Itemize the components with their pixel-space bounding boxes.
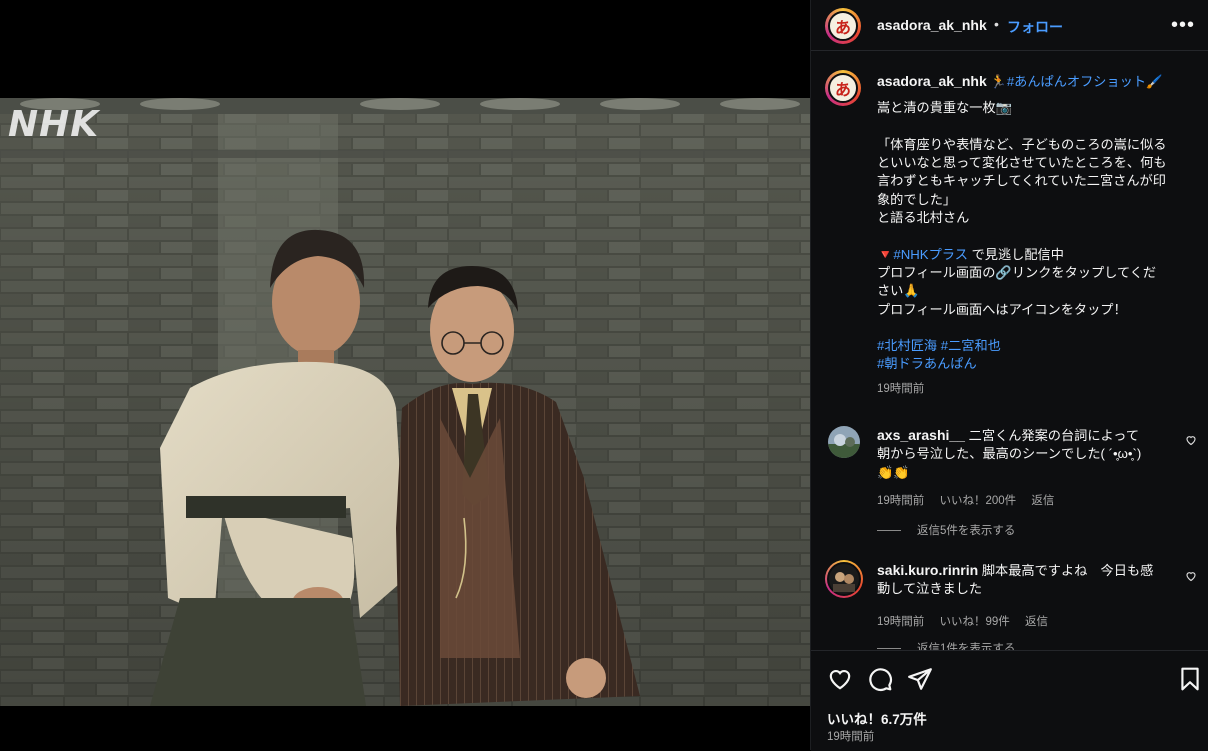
comment-item: saki.kuro.rinrin 脚本最高ですよね 今日も感 動して泣きました … bbox=[877, 561, 1187, 631]
hashtag-asadora-anpan[interactable]: #朝ドラあんぱん bbox=[877, 356, 977, 371]
hashtag-kitamura[interactable]: #北村匠海 bbox=[877, 338, 937, 353]
caption-username[interactable]: asadora_ak_nhk bbox=[877, 73, 987, 89]
comment-heart-icon[interactable] bbox=[1185, 434, 1197, 446]
post-header: あ asadora_ak_nhk • フォロー ••• bbox=[811, 0, 1208, 51]
nhk-watermark-logo: NHK bbox=[8, 104, 100, 145]
account-avatar-glyph: あ bbox=[828, 11, 858, 41]
header-separator: • bbox=[994, 16, 999, 32]
runner-emoji: 🏃 bbox=[990, 74, 1007, 89]
caption-line-7: で見逃し配信中 bbox=[967, 246, 1064, 262]
bookmark-icon[interactable] bbox=[1177, 666, 1203, 692]
caption-line-9: さい🙏 bbox=[877, 283, 920, 299]
comment-text-line-2: 朝から号泣した、最高のシーンでした( ´•̥ω•̥`) bbox=[877, 446, 1142, 462]
comment-emoji: 👏👏 bbox=[877, 464, 910, 480]
comment-text: 脚本最高ですよね 今日も感 bbox=[978, 563, 1154, 578]
caption-line-2: 「体育座りや表情など、子どものころの嵩に似る bbox=[877, 136, 1167, 152]
post-photo[interactable] bbox=[0, 98, 810, 706]
commenter-avatar[interactable] bbox=[828, 426, 860, 458]
caption-line-10: プロフィール画面へはアイコンをタップ！ bbox=[877, 301, 1127, 317]
heart-icon[interactable] bbox=[827, 666, 853, 692]
brush-emoji: 🖌️ bbox=[1146, 74, 1163, 89]
header-username[interactable]: asadora_ak_nhk bbox=[877, 17, 987, 33]
comment-item: axs_arashi__ 二宮くん発案の台詞によって 朝から号泣した、最高のシー… bbox=[877, 426, 1187, 510]
caption-line-8: プロフィール画面の🔗リンクをタップしてくだ bbox=[877, 264, 1157, 280]
replies-divider-line bbox=[877, 530, 901, 532]
hashtag-anpan-offshot[interactable]: #あんぱんオフショット bbox=[1007, 74, 1146, 89]
caption-line-4: 言わずともキャッチしてくれていた二宮さんが印 bbox=[877, 173, 1166, 189]
comment-reply-button[interactable]: 返信 bbox=[1025, 616, 1048, 628]
comment-reply-button[interactable]: 返信 bbox=[1031, 495, 1054, 507]
comment-text-line-2: 動して泣きました bbox=[877, 581, 983, 597]
comment-timestamp[interactable]: 19時間前 bbox=[877, 495, 924, 507]
view-replies-button[interactable]: 返信5件を表示する bbox=[877, 522, 1015, 538]
commenter-avatar[interactable] bbox=[825, 560, 863, 598]
hashtag-ninomiya[interactable]: #二宮和也 bbox=[941, 338, 1001, 353]
comment-heart-icon[interactable] bbox=[1185, 570, 1197, 582]
comment-timestamp[interactable]: 19時間前 bbox=[877, 616, 924, 628]
post-caption: asadora_ak_nhk 🏃#あんぱんオフショット🖌️ 嵩と清の貴重な一枚📷… bbox=[877, 72, 1189, 398]
comment-like-count[interactable]: いいね！99件 bbox=[940, 616, 1010, 628]
follow-button[interactable]: フォロー bbox=[1007, 17, 1063, 37]
post-like-count[interactable]: いいね！6.7万件 bbox=[827, 708, 927, 728]
more-options-icon[interactable]: ••• bbox=[1171, 14, 1195, 37]
post-side-panel: あ asadora_ak_nhk • フォロー ••• あ asadora_ak… bbox=[810, 0, 1208, 751]
caption-avatar[interactable]: あ bbox=[825, 70, 861, 106]
comment-text: 二宮くん発案の台詞によって bbox=[964, 428, 1140, 443]
view-replies-label: 返信5件を表示する bbox=[917, 525, 1016, 537]
caption-avatar-glyph: あ bbox=[828, 73, 858, 103]
caption-line-6: と語る北村さん bbox=[877, 210, 970, 226]
comment-like-count[interactable]: いいね！200件 bbox=[940, 495, 1017, 507]
comment-icon[interactable] bbox=[867, 666, 893, 692]
caption-timestamp[interactable]: 19時間前 bbox=[877, 380, 1189, 398]
comment-username[interactable]: saki.kuro.rinrin bbox=[877, 562, 978, 578]
post-media[interactable]: NHK bbox=[0, 0, 810, 750]
post-timestamp[interactable]: 19時間前 bbox=[827, 728, 874, 744]
account-avatar[interactable]: あ bbox=[825, 8, 861, 44]
caption-line-1: 嵩と清の貴重な一枚📷 bbox=[877, 100, 1013, 116]
hashtag-nhk-plus[interactable]: #NHKプラス bbox=[893, 247, 967, 262]
red-triangle-emoji: 🔻 bbox=[877, 246, 894, 262]
caption-line-5: 象的でした」 bbox=[877, 191, 957, 207]
comment-username[interactable]: axs_arashi__ bbox=[877, 427, 965, 443]
caption-line-3: といいなと思って変化させていたところを、何も bbox=[877, 155, 1167, 171]
paper-plane-icon[interactable] bbox=[907, 666, 933, 692]
post-actions-bar: いいね！6.7万件 19時間前 bbox=[811, 650, 1208, 751]
